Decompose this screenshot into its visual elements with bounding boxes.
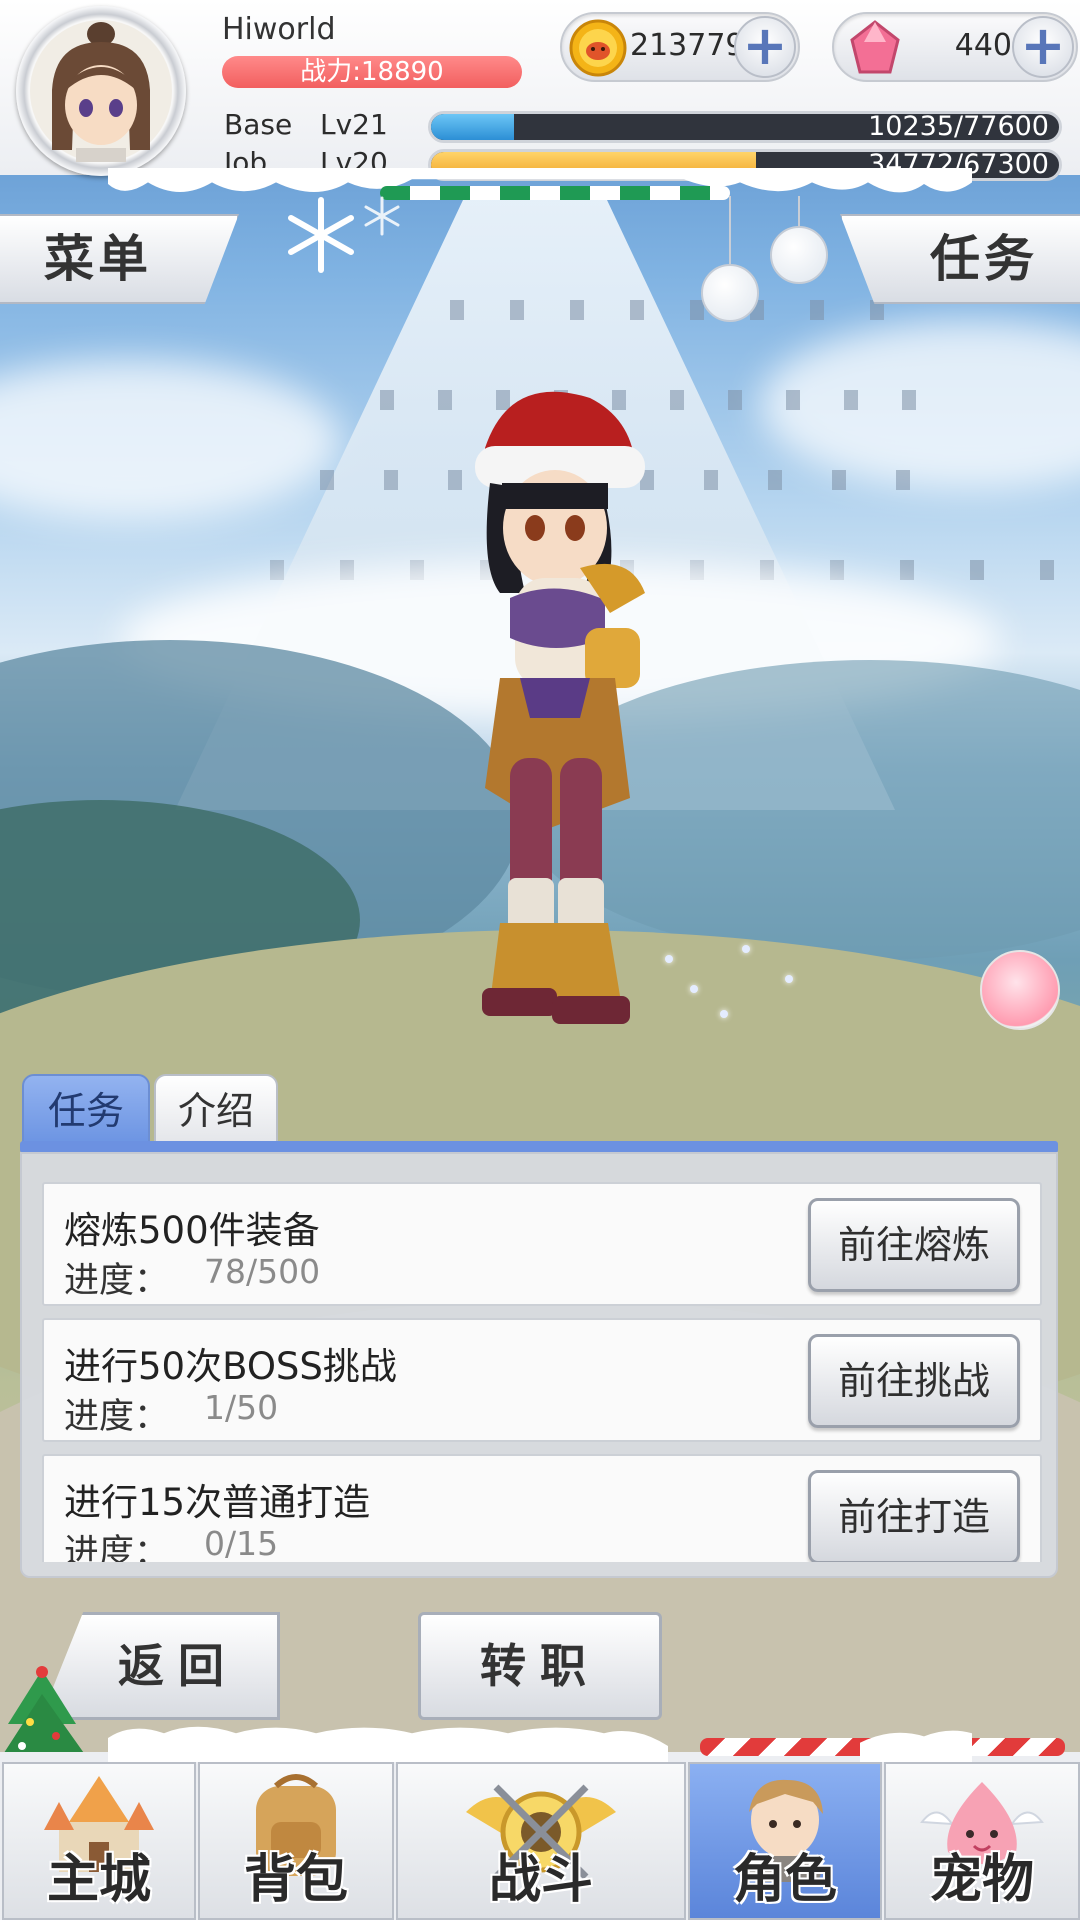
gem-display: 440 + — [832, 12, 1078, 82]
nav-label: 宠物 — [929, 1850, 1034, 1910]
cloud — [0, 360, 340, 520]
nav-battle[interactable]: 战斗 — [396, 1762, 686, 1920]
task-progress: 1/50 — [204, 1388, 279, 1427]
avatar — [30, 20, 172, 162]
candy-stripe — [380, 186, 730, 200]
nav-pet[interactable]: 宠物 — [884, 1762, 1080, 1920]
ornament-icon — [701, 264, 759, 322]
player-name: Hiworld — [222, 12, 336, 47]
quest-button[interactable]: 任务 — [840, 214, 1080, 304]
tower-window — [896, 470, 910, 490]
base-exp-fill — [431, 114, 514, 140]
tower-window — [810, 300, 824, 320]
plus-icon: + — [1020, 14, 1066, 77]
add-gold-button[interactable]: + — [734, 16, 796, 78]
avatar-frame[interactable] — [16, 6, 186, 176]
nav-backpack[interactable]: 背包 — [198, 1762, 394, 1920]
nav-main-city[interactable]: 主城 — [2, 1762, 196, 1920]
gold-display: 213779 + — [560, 12, 800, 82]
progress-label: 进度： — [64, 1397, 170, 1437]
base-label: Base — [224, 108, 293, 141]
sparkle — [742, 945, 750, 953]
pet-bubble-icon[interactable] — [980, 950, 1060, 1030]
task-row: 熔炼500件装备 进度： 78/500 前往熔炼 — [42, 1182, 1042, 1306]
nav-label: 主城 — [46, 1850, 151, 1910]
tower-window — [728, 390, 742, 410]
go-challenge-button[interactable]: 前往挑战 — [808, 1334, 1020, 1428]
progress-label: 进度： — [64, 1261, 170, 1301]
gem-amount: 440 — [954, 28, 1012, 63]
base-level: Lv21 — [320, 108, 388, 141]
task-row: 进行50次BOSS挑战 进度： 1/50 前往挑战 — [42, 1318, 1042, 1442]
sparkle — [690, 985, 698, 993]
tower-window — [844, 390, 858, 410]
task-title: 进行50次BOSS挑战 — [64, 1345, 397, 1388]
ornament-string — [798, 196, 800, 228]
snow-trim — [108, 1726, 972, 1762]
progress-label: 进度： — [64, 1533, 170, 1562]
tower-window — [768, 470, 782, 490]
base-exp-bar: 10235/77600 — [428, 111, 1062, 143]
plus-icon: + — [742, 14, 788, 77]
task-progress: 78/500 — [204, 1252, 321, 1291]
tower-window — [786, 390, 800, 410]
nav-label: 角色 — [732, 1850, 837, 1910]
cloud — [760, 320, 1080, 490]
coin-icon — [569, 19, 627, 77]
tower-window — [832, 470, 846, 490]
tower-window — [320, 470, 334, 490]
tower-window — [630, 300, 644, 320]
sparkle — [785, 975, 793, 983]
combat-power-badge: 战力:18890 — [222, 56, 522, 88]
task-title: 熔炼500件装备 — [64, 1209, 320, 1252]
add-gems-button[interactable]: + — [1012, 16, 1074, 78]
tower-window — [704, 470, 718, 490]
top-hud: Hiworld 战力:18890 Base Lv21 Job Lv20 1023… — [0, 0, 1080, 181]
tower-window — [510, 300, 524, 320]
gold-amount: 213779 — [630, 28, 745, 63]
tab-intro[interactable]: 介绍 — [154, 1074, 278, 1144]
job-change-button[interactable]: 转职 — [418, 1612, 662, 1720]
tab-task[interactable]: 任务 — [22, 1074, 150, 1144]
nav-character[interactable]: 角色 — [688, 1762, 882, 1920]
tower-window — [902, 390, 916, 410]
task-panel: 熔炼500件装备 进度： 78/500 前往熔炼 进行50次BOSS挑战 进度：… — [20, 1152, 1058, 1578]
go-forge-button[interactable]: 前往打造 — [808, 1470, 1020, 1562]
go-smelt-button[interactable]: 前往熔炼 — [808, 1198, 1020, 1292]
nav-label: 背包 — [243, 1850, 348, 1910]
tower-window — [380, 390, 394, 410]
nav-label: 战斗 — [488, 1850, 593, 1910]
task-row: 进行15次普通打造 进度： 0/15 前往打造 — [42, 1454, 1042, 1562]
ornament-icon — [770, 226, 828, 284]
sparkle — [720, 1010, 728, 1018]
tower-window — [900, 560, 914, 580]
tower-window — [450, 300, 464, 320]
snowflake-icon — [288, 196, 400, 273]
menu-button[interactable]: 菜单 — [0, 214, 239, 304]
task-title: 进行15次普通打造 — [64, 1481, 371, 1524]
base-exp-text: 10235/77600 — [868, 111, 1049, 142]
ornament-string — [729, 196, 731, 266]
task-list[interactable]: 熔炼500件装备 进度： 78/500 前往熔炼 进行50次BOSS挑战 进度：… — [42, 1182, 1042, 1562]
tower-window — [570, 300, 584, 320]
crystal-icon — [850, 20, 900, 74]
task-progress: 0/15 — [204, 1524, 279, 1562]
tower-window — [970, 560, 984, 580]
tower-window — [384, 470, 398, 490]
character-model[interactable] — [430, 378, 680, 1098]
tower-window — [1040, 560, 1054, 580]
